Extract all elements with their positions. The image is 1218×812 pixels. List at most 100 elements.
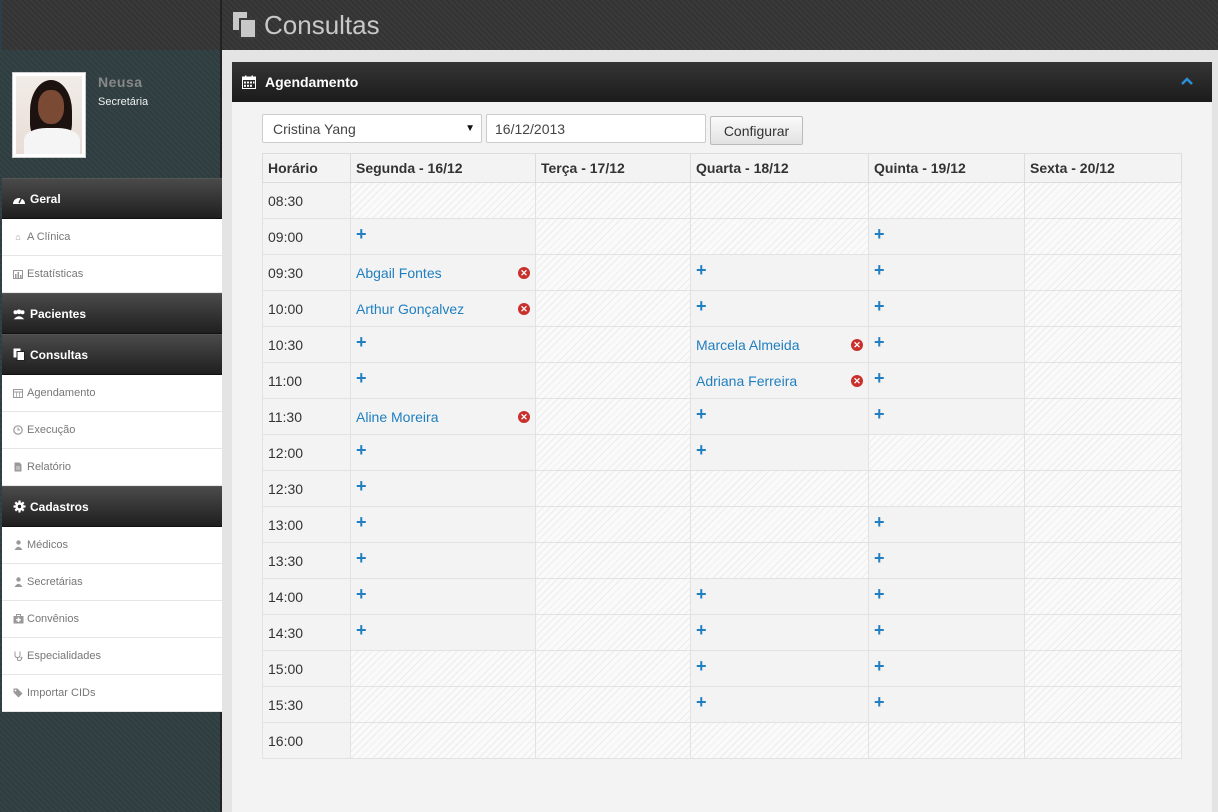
page-title: Consultas — [232, 8, 380, 42]
available-slot: + — [868, 218, 1025, 255]
unavailable-slot — [535, 506, 691, 543]
cancel-appointment-icon[interactable]: ✕ — [518, 267, 530, 279]
add-appointment-icon[interactable]: + — [874, 657, 885, 675]
sidebar-section-consultas[interactable]: Consultas — [2, 334, 222, 375]
unavailable-slot — [1024, 542, 1182, 579]
unavailable-slot — [1024, 182, 1182, 219]
add-appointment-icon[interactable]: + — [874, 585, 885, 603]
date-field-value: 16/12/2013 — [495, 120, 566, 137]
time-slot-label: 15:30 — [262, 686, 351, 723]
table-row: 12:30 + — [262, 470, 1182, 507]
add-appointment-icon[interactable]: + — [696, 657, 707, 675]
column-header-day: Quarta - 18/12 — [690, 153, 869, 183]
add-appointment-icon[interactable]: + — [696, 261, 707, 279]
calendar-icon — [242, 75, 256, 89]
add-appointment-icon[interactable]: + — [696, 693, 707, 711]
time-slot-label: 11:00 — [262, 362, 351, 399]
add-appointment-icon[interactable]: + — [874, 333, 885, 351]
doctor-select[interactable]: Cristina Yang ▼ — [262, 114, 482, 143]
dashboard-icon — [12, 193, 26, 205]
available-slot: + — [350, 542, 536, 579]
sidebar-item-a-clinica[interactable]: ⌂ A Clínica — [2, 219, 222, 256]
unavailable-slot — [350, 650, 536, 687]
agendamento-panel: Agendamento Cristina Yang ▼ 16/12/2013 C… — [232, 62, 1212, 812]
add-appointment-icon[interactable]: + — [356, 225, 367, 243]
sidebar-section-pacientes[interactable]: Pacientes — [2, 293, 222, 334]
avatar-photo — [16, 76, 82, 154]
file-icon — [12, 462, 24, 472]
unavailable-slot — [1024, 398, 1182, 435]
add-appointment-icon[interactable]: + — [356, 477, 367, 495]
add-appointment-icon[interactable]: + — [696, 621, 707, 639]
add-appointment-icon[interactable]: + — [874, 549, 885, 567]
add-appointment-icon[interactable]: + — [874, 405, 885, 423]
available-slot: + — [868, 326, 1025, 363]
appointment-patient-link[interactable]: Aline Moreira — [356, 409, 438, 425]
add-appointment-icon[interactable]: + — [356, 441, 367, 459]
sidebar-section-cadastros[interactable]: Cadastros — [2, 486, 222, 527]
cancel-appointment-icon[interactable]: ✕ — [851, 375, 863, 387]
cancel-appointment-icon[interactable]: ✕ — [851, 339, 863, 351]
bar-chart-icon — [12, 269, 24, 279]
sidebar-item-agendamento[interactable]: Agendamento — [2, 375, 222, 412]
date-field[interactable]: 16/12/2013 — [486, 114, 706, 143]
available-slot: + — [690, 650, 869, 687]
sidebar-item-convenios[interactable]: Convênios — [2, 601, 222, 638]
appointment-patient-link[interactable]: Marcela Almeida — [696, 337, 800, 353]
add-appointment-icon[interactable]: + — [874, 369, 885, 387]
sidebar-item-secretarias[interactable]: Secretárias — [2, 564, 222, 601]
add-appointment-icon[interactable]: + — [696, 297, 707, 315]
add-appointment-icon[interactable]: + — [874, 261, 885, 279]
chevron-up-icon[interactable] — [1180, 74, 1194, 88]
time-slot-label: 10:30 — [262, 326, 351, 363]
sidebar-item-especialidades[interactable]: Especialidades — [2, 638, 222, 675]
add-appointment-icon[interactable]: + — [874, 621, 885, 639]
add-appointment-icon[interactable]: + — [874, 693, 885, 711]
sidebar-item-execucao[interactable]: Execução — [2, 412, 222, 449]
sidebar-item-medicos[interactable]: Médicos — [2, 527, 222, 564]
configure-button[interactable]: Configurar — [710, 116, 803, 145]
avatar[interactable] — [12, 72, 86, 158]
add-appointment-icon[interactable]: + — [874, 297, 885, 315]
sidebar-item-importar-cids[interactable]: Importar CIDs — [2, 675, 222, 712]
unavailable-slot — [535, 722, 691, 759]
time-slot-label: 08:30 — [262, 182, 351, 219]
sidebar-item-relatorio[interactable]: Relatório — [2, 449, 222, 486]
table-row: 15:00 + + — [262, 650, 1182, 687]
add-appointment-icon[interactable]: + — [356, 369, 367, 387]
add-appointment-icon[interactable]: + — [356, 513, 367, 531]
available-slot: + — [868, 254, 1025, 291]
add-appointment-icon[interactable]: + — [696, 441, 707, 459]
table-row: 10:30 + Marcela Almeida ✕ + — [262, 326, 1182, 363]
appointment-slot: Aline Moreira ✕ — [350, 398, 536, 435]
add-appointment-icon[interactable]: + — [356, 549, 367, 567]
add-appointment-icon[interactable]: + — [356, 621, 367, 639]
add-appointment-icon[interactable]: + — [356, 585, 367, 603]
table-row: 13:30 + + — [262, 542, 1182, 579]
unavailable-slot — [535, 686, 691, 723]
appointment-patient-link[interactable]: Arthur Gonçalvez — [356, 301, 464, 317]
unavailable-slot — [350, 686, 536, 723]
appointment-patient-link[interactable]: Abgail Fontes — [356, 265, 442, 281]
appointment-slot: Marcela Almeida ✕ — [690, 326, 869, 363]
cancel-appointment-icon[interactable]: ✕ — [518, 303, 530, 315]
time-slot-label: 15:00 — [262, 650, 351, 687]
add-appointment-icon[interactable]: + — [874, 225, 885, 243]
schedule-header-row: Horário Segunda - 16/12 Terça - 17/12 Quart… — [262, 153, 1182, 183]
sidebar: Neusa Secretária Geral ⌂ A Clínica Estat… — [0, 50, 222, 812]
add-appointment-icon[interactable]: + — [696, 585, 707, 603]
sidebar-section-geral[interactable]: Geral — [2, 178, 222, 219]
sidebar-item-estatisticas[interactable]: Estatísticas — [2, 256, 222, 293]
table-row: 14:00 + + + — [262, 578, 1182, 615]
appointment-patient-link[interactable]: Adriana Ferreira — [696, 373, 797, 389]
add-appointment-icon[interactable]: + — [356, 333, 367, 351]
caret-down-icon: ▼ — [465, 123, 475, 134]
cancel-appointment-icon[interactable]: ✕ — [518, 411, 530, 423]
add-appointment-icon[interactable]: + — [874, 513, 885, 531]
available-slot: + — [690, 290, 869, 327]
appointment-slot: Arthur Gonçalvez ✕ — [350, 290, 536, 327]
add-appointment-icon[interactable]: + — [696, 405, 707, 423]
unavailable-slot — [868, 182, 1025, 219]
available-slot: + — [350, 362, 536, 399]
available-slot: + — [868, 542, 1025, 579]
